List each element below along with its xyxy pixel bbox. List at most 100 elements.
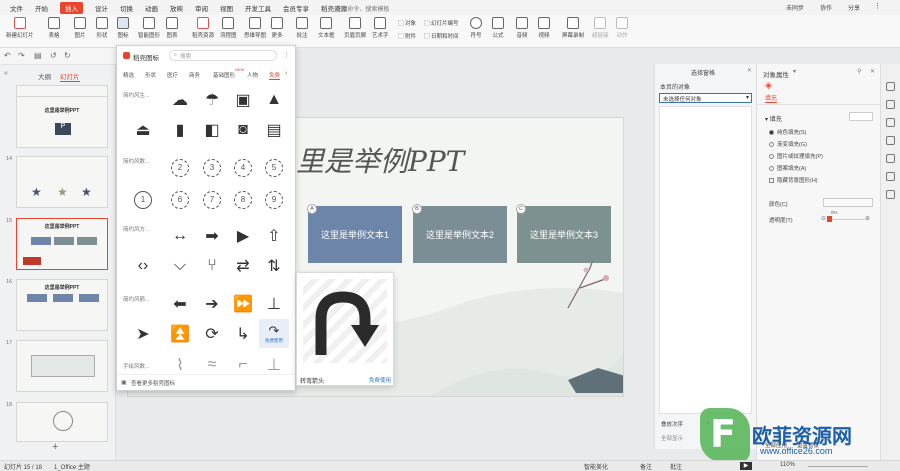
number-8-icon[interactable]: 8 [228, 185, 258, 214]
screen-record-button[interactable]: 屏幕录制 [562, 17, 584, 39]
shape-button[interactable]: 形状 [96, 17, 108, 39]
icon-button[interactable]: 图标 [117, 17, 129, 39]
add-slide-icon[interactable]: + [52, 441, 58, 453]
free-use-link[interactable]: 免费使用 [265, 338, 283, 344]
play-icon[interactable]: ▶ [740, 462, 752, 470]
docer-resource-button[interactable]: 稻壳资源 [192, 17, 214, 39]
layers-icon[interactable] [886, 172, 895, 181]
comment-button[interactable]: 批注 [296, 17, 308, 39]
signpost-icon[interactable]: ⊥ [259, 289, 289, 318]
tab-fill[interactable]: 填充 [765, 93, 778, 103]
number-2-icon[interactable]: 2 [165, 153, 195, 182]
pin-icon[interactable]: ⚲ [857, 68, 861, 75]
menu-review[interactable]: 审阅 [195, 3, 208, 13]
ice-pop-icon[interactable]: ▮ [165, 115, 195, 144]
menu-start[interactable]: 开始 [35, 3, 48, 13]
slide-thumb[interactable]: ★ ★ ★ [16, 156, 108, 208]
text-card[interactable]: 这里是举例文本1 [308, 206, 402, 263]
preview-free-use-link[interactable]: 免费使用 [369, 376, 391, 384]
menu-design[interactable]: 设计 [95, 3, 108, 13]
flowchart-button[interactable]: 流程图 [220, 17, 237, 39]
smartart-button[interactable]: 智能图形 [138, 17, 160, 39]
hand-drawn-icon[interactable]: ≈ [197, 358, 227, 372]
category-free[interactable]: 免费 [269, 71, 281, 80]
object-button[interactable]: ▢ 对象 [398, 19, 416, 27]
more-button[interactable]: 更多 [271, 17, 283, 39]
slide-thumb[interactable] [16, 340, 108, 392]
toolbox-icon[interactable]: ▤ [259, 115, 289, 144]
bold-arrow-right-icon[interactable]: ➔ [197, 289, 227, 318]
command-search[interactable]: ⌕ 查找命令、搜索模板 [330, 3, 430, 13]
category-basic-shapes[interactable]: 基础图形 [213, 71, 235, 79]
slider-handle[interactable] [827, 216, 832, 222]
text-card[interactable]: 这里是举例文本2 [413, 206, 507, 263]
number-6-icon[interactable]: 6 [165, 185, 195, 214]
category-business[interactable]: 商务 [189, 71, 200, 79]
category-featured[interactable]: 精选 [123, 71, 134, 79]
fill-option-picture[interactable]: 图片或纹理填充(P) [769, 152, 823, 160]
smart-beautify-button[interactable]: 智能美化 [584, 462, 608, 471]
menu-developer[interactable]: 开发工具 [245, 3, 271, 13]
refresh-icon[interactable]: ⟳ [197, 319, 227, 348]
wordart-button[interactable]: 艺术字 [372, 17, 389, 39]
video-button[interactable]: 视频 [538, 17, 550, 39]
settings-icon[interactable] [886, 118, 895, 127]
menu-transition[interactable]: 切换 [120, 3, 133, 13]
new-slide-button[interactable]: 新建幻灯片 [6, 17, 34, 39]
action-button[interactable]: 动作 [616, 17, 628, 39]
collab-button[interactable]: 协作 [820, 3, 832, 12]
number-7-icon[interactable]: 7 [197, 185, 227, 214]
updown-arrows-icon[interactable]: ⇅ [259, 251, 289, 280]
pointer-tool-icon[interactable] [886, 82, 895, 91]
number-5-icon[interactable]: 5 [259, 153, 289, 182]
sync-status[interactable]: 未同步 [786, 3, 804, 12]
category-medical[interactable]: 医疗 [167, 71, 178, 79]
undo-arrow-icon[interactable]: ↺ [50, 51, 57, 60]
slide-thumb-selected[interactable]: 这里是举例PPT [16, 218, 108, 270]
audio-button[interactable]: 音频 [516, 17, 528, 39]
slide-number-button[interactable]: ▢ 幻灯片编号 [424, 19, 459, 27]
hand-drawn-icon[interactable]: ⊥ [259, 358, 289, 372]
menu-insert[interactable]: 插入 [60, 1, 83, 14]
objects-select[interactable]: 未选择任何对象 ▾ [659, 93, 752, 103]
category-shape[interactable]: 形状 [145, 71, 156, 79]
color-picker[interactable] [823, 198, 873, 207]
arrow-right-icon[interactable]: ➡ [197, 221, 227, 250]
triangle-right-icon[interactable]: ▶ [228, 221, 258, 250]
fork-arrow-icon[interactable]: ⑂ [197, 251, 227, 280]
datetime-button[interactable]: ▢ 日期和时间 [424, 32, 459, 40]
zoom-slider[interactable] [808, 466, 868, 467]
arrow-left-icon[interactable]: ⬅ [165, 289, 195, 318]
double-arrow-icon[interactable]: ↔ [165, 221, 195, 250]
bag-icon[interactable]: ◧ [197, 115, 227, 144]
double-chevron-up-icon[interactable]: ⏫ [165, 319, 195, 348]
symbol-button[interactable]: 符号 [470, 17, 482, 39]
close-icon[interactable]: ✕ [747, 67, 752, 74]
menu-file[interactable]: 文件 [10, 3, 23, 13]
tab-outline[interactable]: 大纲 [38, 71, 51, 81]
number-3-icon[interactable]: 3 [197, 153, 227, 182]
view-more-link[interactable]: 查看更多稻壳图标 [131, 379, 175, 387]
share-button[interactable]: 分享 [848, 3, 860, 12]
close-icon[interactable]: ✕ [870, 68, 875, 75]
textbox-button[interactable]: 文本框 [318, 17, 335, 39]
traffic-cone-icon[interactable]: ▲ [259, 85, 289, 114]
plus-icon[interactable]: ⊕ [865, 215, 870, 222]
code-arrows-icon[interactable]: ‹› [128, 251, 158, 280]
star-icon[interactable] [886, 154, 895, 163]
number-1-icon[interactable]: 1 [128, 185, 158, 214]
target-icon[interactable] [886, 190, 895, 199]
fill-preset-dropdown[interactable] [849, 112, 873, 121]
next-arrow-icon[interactable]: › [285, 70, 287, 77]
lock-bag-icon[interactable]: ◙ [228, 115, 258, 144]
transparency-slider[interactable] [829, 219, 865, 220]
menu-view[interactable]: 视图 [220, 3, 233, 13]
hand-drawn-icon[interactable]: ⌐ [228, 358, 258, 372]
briefcase-icon[interactable]: ▣ [228, 85, 258, 114]
fill-option-pattern[interactable]: 图案填充(A) [769, 164, 806, 172]
mindmap-button[interactable]: 思维导图 [244, 17, 266, 39]
redo-icon[interactable]: ↷ [18, 51, 25, 60]
redo-arrow-icon[interactable]: ↻ [64, 51, 71, 60]
slide-thumb[interactable]: 这里是举例PPT P [16, 96, 108, 148]
table-button[interactable]: 表格 [48, 17, 60, 39]
